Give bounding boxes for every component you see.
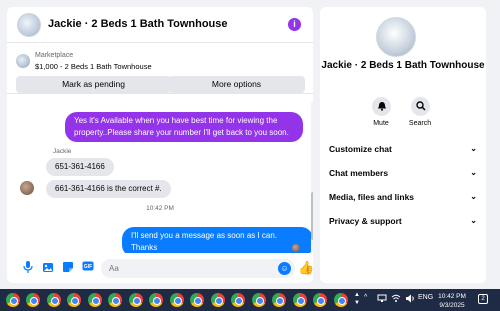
microphone-icon[interactable] [21,261,35,275]
listing-thumbnail[interactable] [16,54,30,68]
photo-icon[interactable] [41,261,55,275]
chevron-down-icon: ⌄ [470,144,477,153]
notification-icon[interactable]: 2 [478,294,488,304]
chrome-icon[interactable] [6,293,20,307]
mute-label[interactable]: Mute [361,120,401,127]
chevron-down-icon: ⌄ [470,168,477,177]
conversation-details-panel: Jackie · 2 Beds 1 Bath Townhouse Mute Se… [320,7,486,283]
search-icon[interactable] [411,97,430,116]
section-label: Chat members [329,168,389,178]
sender-avatar[interactable] [20,181,34,195]
incoming-message[interactable]: 651-361-4166 [46,158,114,176]
scrollbar-thumb[interactable] [311,192,313,240]
section-media-files-links[interactable]: Media, files and links ⌄ [329,188,479,206]
scrollbar[interactable] [311,102,313,252]
incoming-message[interactable]: 661-361-4166 is the correct #. [46,180,171,198]
chevron-down-icon: ⌄ [470,216,477,225]
message-input[interactable] [101,259,295,278]
thumbs-up-icon[interactable]: 👍 [298,260,313,276]
chrome-icon[interactable] [108,293,122,307]
chrome-icon[interactable] [149,293,163,307]
chat-header: Jackie · 2 Beds 1 Bath Townhouse i [7,7,313,43]
profile-avatar[interactable] [376,17,416,57]
chrome-icon[interactable] [334,293,348,307]
bell-icon[interactable] [372,97,391,116]
wifi-icon[interactable] [391,294,401,305]
chevron-up-icon[interactable]: ^ [364,294,367,301]
chrome-icon[interactable] [190,293,204,307]
clock-date: 9/3/2025 [439,302,465,309]
gif-icon[interactable]: GIF [81,261,95,275]
section-label: Privacy & support [329,216,402,226]
chevron-down-icon: ⌄ [470,192,477,201]
chrome-icon[interactable] [231,293,245,307]
section-chat-members[interactable]: Chat members ⌄ [329,164,479,182]
taskbar: ▲ ▼ ^ ENG 10:42 PM 9/3/2025 2 [0,289,500,311]
network-icon[interactable] [377,294,387,305]
chrome-icon[interactable] [252,293,266,307]
chrome-icon[interactable] [129,293,143,307]
info-icon[interactable]: i [288,18,301,31]
chrome-icon[interactable] [67,293,81,307]
profile-name: Jackie · 2 Beds 1 Bath Townhouse [321,60,485,71]
language-indicator[interactable]: ENG [418,294,433,301]
section-privacy-support[interactable]: Privacy & support ⌄ [329,212,479,230]
chrome-icon[interactable] [170,293,184,307]
chrome-icon[interactable] [88,293,102,307]
chat-panel: Jackie · 2 Beds 1 Bath Townhouse i Marke… [7,7,313,283]
mark-as-pending-button[interactable]: Mark as pending [16,76,171,93]
chrome-icon[interactable] [313,293,327,307]
read-receipt-avatar [292,244,300,252]
outgoing-message[interactable]: Yes it's Available when you have best ti… [65,112,303,142]
marketplace-listing: Marketplace $1,000 - 2 Beds 1 Bath Townh… [7,44,313,94]
chrome-icon[interactable] [26,293,40,307]
section-label: Customize chat [329,144,392,154]
composer: GIF ☺ 👍 [7,254,313,283]
chrome-icon[interactable] [47,293,61,307]
marketplace-label: Marketplace [35,52,74,59]
more-options-button[interactable]: More options [168,76,305,93]
sticker-icon[interactable] [61,261,75,275]
emoji-icon[interactable]: ☺ [278,262,291,275]
search-label[interactable]: Search [400,120,440,127]
message-list: Yes it's Available when you have best ti… [7,95,313,253]
message-timestamp: 10:42 PM [146,205,174,212]
clock[interactable]: 10:42 PM 9/3/2025 [436,292,468,310]
chrome-icon[interactable] [293,293,307,307]
section-customize-chat[interactable]: Customize chat ⌄ [329,140,479,158]
taskbar-scroll-icon[interactable]: ▲ ▼ [354,291,360,307]
contact-avatar[interactable] [17,13,41,37]
outgoing-message[interactable]: I'll send you a message as soon as I can… [122,227,313,253]
chrome-icon[interactable] [211,293,225,307]
volume-icon[interactable] [405,294,415,305]
svg-text:GIF: GIF [84,264,92,270]
chrome-icon[interactable] [272,293,286,307]
listing-title[interactable]: $1,000 - 2 Beds 1 Bath Townhouse [35,62,152,71]
section-label: Media, files and links [329,192,415,202]
chat-title[interactable]: Jackie · 2 Beds 1 Bath Townhouse [48,18,228,30]
sender-name: Jackie [53,148,72,155]
clock-time: 10:42 PM [438,293,466,300]
